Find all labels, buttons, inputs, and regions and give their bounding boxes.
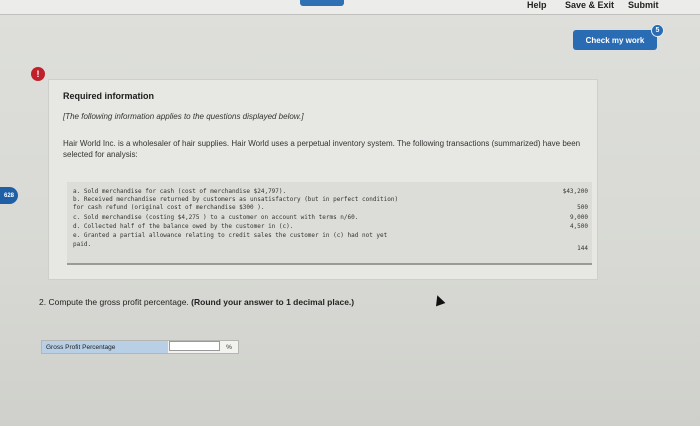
side-navigation-tab[interactable]: 628 bbox=[0, 187, 18, 204]
question-prompt: 2. Compute the gross profit percentage. … bbox=[39, 297, 354, 307]
transaction-row: paid. bbox=[73, 241, 92, 248]
gross-profit-percentage-label: Gross Profit Percentage bbox=[42, 341, 168, 353]
required-information-title: Required information bbox=[63, 91, 155, 101]
check-my-work-button[interactable]: Check my work bbox=[573, 30, 657, 50]
answer-row: Gross Profit Percentage % bbox=[41, 340, 239, 354]
transaction-row: e. Granted a partial allowance relating … bbox=[73, 232, 388, 239]
transaction-amount: $43,200 bbox=[562, 188, 588, 195]
percent-unit: % bbox=[226, 343, 232, 351]
save-exit-button[interactable]: Save & Exit bbox=[565, 0, 614, 10]
help-button[interactable]: Help bbox=[527, 0, 547, 10]
transaction-amount: 9,000 bbox=[569, 214, 588, 221]
alert-icon: ! bbox=[31, 67, 45, 81]
check-count-badge: 5 bbox=[651, 24, 664, 37]
transaction-row: c. Sold merchandise (costing $4,275 ) to… bbox=[73, 214, 359, 221]
transaction-amount: 144 bbox=[577, 245, 588, 252]
transaction-row: b. Received merchandise returned by cust… bbox=[73, 196, 399, 203]
transactions-table: a. Sold merchandise for cash (cost of me… bbox=[67, 182, 592, 265]
top-tab-stub bbox=[300, 0, 344, 6]
transaction-amount: 500 bbox=[577, 204, 588, 211]
gross-profit-percentage-input[interactable] bbox=[169, 341, 220, 351]
transaction-amount: 4,500 bbox=[569, 223, 588, 230]
transaction-row: a. Sold merchandise for cash (cost of me… bbox=[73, 188, 287, 195]
transaction-row: d. Collected half of the balance owed by… bbox=[73, 223, 294, 230]
toolbar-divider bbox=[0, 14, 700, 15]
transaction-row: for cash refund (original cost of mercha… bbox=[73, 204, 265, 211]
required-information-subtitle: [The following information applies to th… bbox=[63, 112, 304, 121]
top-toolbar: Help Save & Exit Submit bbox=[0, 0, 700, 15]
submit-button[interactable]: Submit bbox=[628, 0, 659, 10]
table-bottom-rule bbox=[67, 263, 592, 265]
question-instruction: (Round your answer to 1 decimal place.) bbox=[191, 297, 355, 307]
question-text: 2. Compute the gross profit percentage. bbox=[39, 297, 192, 307]
required-information-description: Hair World Inc. is a wholesaler of hair … bbox=[63, 139, 581, 159]
